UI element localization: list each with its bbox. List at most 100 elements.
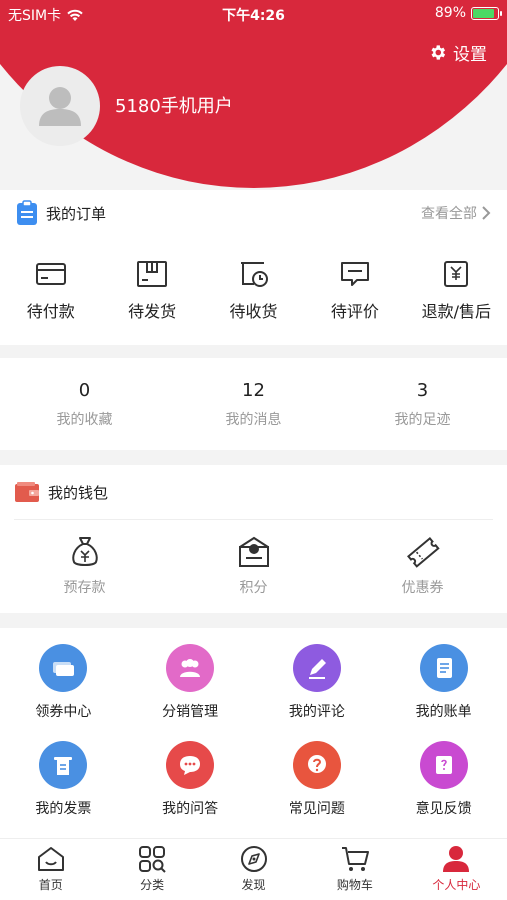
order-item-label: 退款/售后 — [421, 302, 492, 321]
service-label: 领券中心 — [35, 704, 92, 720]
order-status-row: 待付款 待发货 待收货 待评价 退款/售后 — [0, 260, 507, 322]
tab-cart[interactable]: 购物车 — [304, 839, 405, 900]
battery-group: 89% — [434, 5, 502, 21]
service-label: 我的账单 — [415, 704, 472, 720]
username[interactable]: 5180手机用户 — [115, 92, 233, 118]
view-all-orders-link[interactable]: 查看全部 — [421, 203, 491, 223]
card-icon — [35, 263, 66, 285]
coupon-center-icon — [39, 644, 88, 692]
order-pending-shipment[interactable]: 待发货 — [101, 260, 202, 322]
gear-icon — [431, 45, 446, 60]
settings-button[interactable]: 设置 — [428, 40, 487, 65]
order-pending-review[interactable]: 待评价 — [304, 260, 405, 322]
stat-messages[interactable]: 12 我的消息 — [169, 358, 338, 450]
order-item-label: 待发货 — [128, 302, 177, 321]
order-pending-receipt[interactable]: 待收货 — [203, 260, 304, 322]
invoice-icon — [39, 741, 88, 789]
wallet-item-label: 优惠券 — [401, 580, 444, 596]
pencil-icon — [292, 644, 341, 692]
tab-label: 发现 — [241, 878, 266, 892]
stats-card: 0 我的收藏 12 我的消息 3 我的足迹 — [0, 358, 507, 450]
coupon-icon — [406, 536, 440, 568]
stat-favorites[interactable]: 0 我的收藏 — [0, 358, 169, 450]
service-label: 分销管理 — [162, 704, 219, 720]
wallet-title: 我的钱包 — [48, 483, 109, 502]
wallet-icon — [15, 482, 39, 502]
stat-value: 12 — [242, 380, 265, 401]
stat-label: 我的足迹 — [394, 412, 451, 428]
service-my-reviews[interactable]: 我的评论 — [254, 644, 381, 721]
orders-card: 我的订单 查看全部 待付款 待发货 待收货 待评价 退款/售后 — [0, 190, 507, 345]
tab-home[interactable]: 首页 — [0, 839, 101, 900]
tab-bar: 首页 分类 发现 购物车 个人中心 — [0, 838, 507, 900]
wallet-card: 我的钱包 预存款 积分 优惠券 — [0, 465, 507, 613]
tab-label: 购物车 — [336, 878, 373, 892]
settings-label: 设置 — [453, 45, 487, 65]
service-feedback[interactable]: 意见反馈 — [380, 741, 507, 818]
wallet-header: 我的钱包 — [14, 477, 491, 507]
category-icon — [139, 846, 166, 873]
compass-icon — [240, 846, 267, 872]
wallet-row: 预存款 积分 优惠券 — [0, 535, 507, 597]
service-label: 我的发票 — [35, 801, 92, 817]
status-time: 下午4:26 — [222, 8, 285, 24]
default-avatar-icon — [39, 87, 81, 126]
tab-profile[interactable]: 个人中心 — [406, 839, 507, 900]
services-card: 领券中心 分销管理 我的评论 我的账单 我的发票 我的问答 常见问题 意见反馈 — [0, 628, 507, 838]
stat-label: 我的消息 — [225, 412, 282, 428]
tab-discover[interactable]: 发现 — [203, 839, 304, 900]
wallet-item-label: 积分 — [239, 580, 268, 596]
view-all-label: 查看全部 — [421, 206, 477, 222]
cart-icon — [341, 847, 369, 871]
chat-icon — [166, 741, 215, 789]
stat-label: 我的收藏 — [56, 412, 113, 428]
tab-label: 个人中心 — [432, 878, 481, 892]
service-my-qa[interactable]: 我的问答 — [127, 741, 254, 818]
tab-label: 分类 — [140, 878, 165, 892]
person-icon — [443, 846, 470, 872]
order-item-label: 待评价 — [330, 302, 379, 321]
service-faq[interactable]: 常见问题 — [254, 741, 381, 818]
box-icon — [137, 261, 168, 287]
service-my-invoices[interactable]: 我的发票 — [0, 741, 127, 818]
clipboard-icon — [17, 200, 37, 225]
tab-label: 首页 — [38, 878, 63, 892]
battery-icon — [471, 6, 502, 20]
money-bag-icon — [71, 537, 98, 566]
tab-category[interactable]: 分类 — [101, 839, 202, 900]
order-item-label: 待付款 — [26, 302, 75, 321]
wallet-deposit[interactable]: 预存款 — [0, 535, 169, 597]
stat-value: 0 — [78, 380, 91, 401]
distribution-icon — [166, 644, 215, 692]
chevron-right-icon — [482, 206, 491, 220]
service-coupon-center[interactable]: 领券中心 — [0, 644, 127, 721]
question-icon — [292, 741, 341, 789]
bill-icon — [419, 644, 468, 692]
wallet-item-label: 预存款 — [63, 580, 106, 596]
status-bar: 无SIM卡 下午4:26 89% — [0, 0, 507, 28]
wallet-divider — [14, 519, 493, 520]
comment-icon — [340, 262, 369, 286]
orders-title: 我的订单 — [46, 204, 107, 223]
wallet-coupon[interactable]: 优惠券 — [338, 535, 507, 597]
service-distribution[interactable]: 分销管理 — [127, 644, 254, 721]
service-label: 我的问答 — [162, 801, 219, 817]
wallet-points[interactable]: 积分 — [169, 535, 338, 597]
service-my-bills[interactable]: 我的账单 — [380, 644, 507, 721]
stat-value: 3 — [416, 380, 429, 401]
services-grid: 领券中心 分销管理 我的评论 我的账单 我的发票 我的问答 常见问题 意见反馈 — [0, 644, 507, 818]
home-icon — [37, 847, 64, 871]
order-refund[interactable]: 退款/售后 — [406, 260, 507, 322]
orders-header: 我的订单 查看全部 — [16, 198, 491, 228]
order-pending-payment[interactable]: 待付款 — [0, 260, 101, 322]
service-label: 意见反馈 — [415, 801, 472, 817]
truck-clock-icon — [240, 262, 268, 287]
profile-header: 无SIM卡 下午4:26 89% 设置 5180手机用户 — [0, 0, 507, 190]
service-label: 常见问题 — [288, 801, 345, 817]
stat-footprints[interactable]: 3 我的足迹 — [338, 358, 507, 450]
avatar[interactable] — [20, 66, 100, 146]
service-label: 我的评论 — [288, 704, 345, 720]
feedback-icon — [419, 741, 468, 789]
battery-percent: 89% — [434, 5, 466, 21]
order-item-label: 待收货 — [229, 302, 278, 321]
